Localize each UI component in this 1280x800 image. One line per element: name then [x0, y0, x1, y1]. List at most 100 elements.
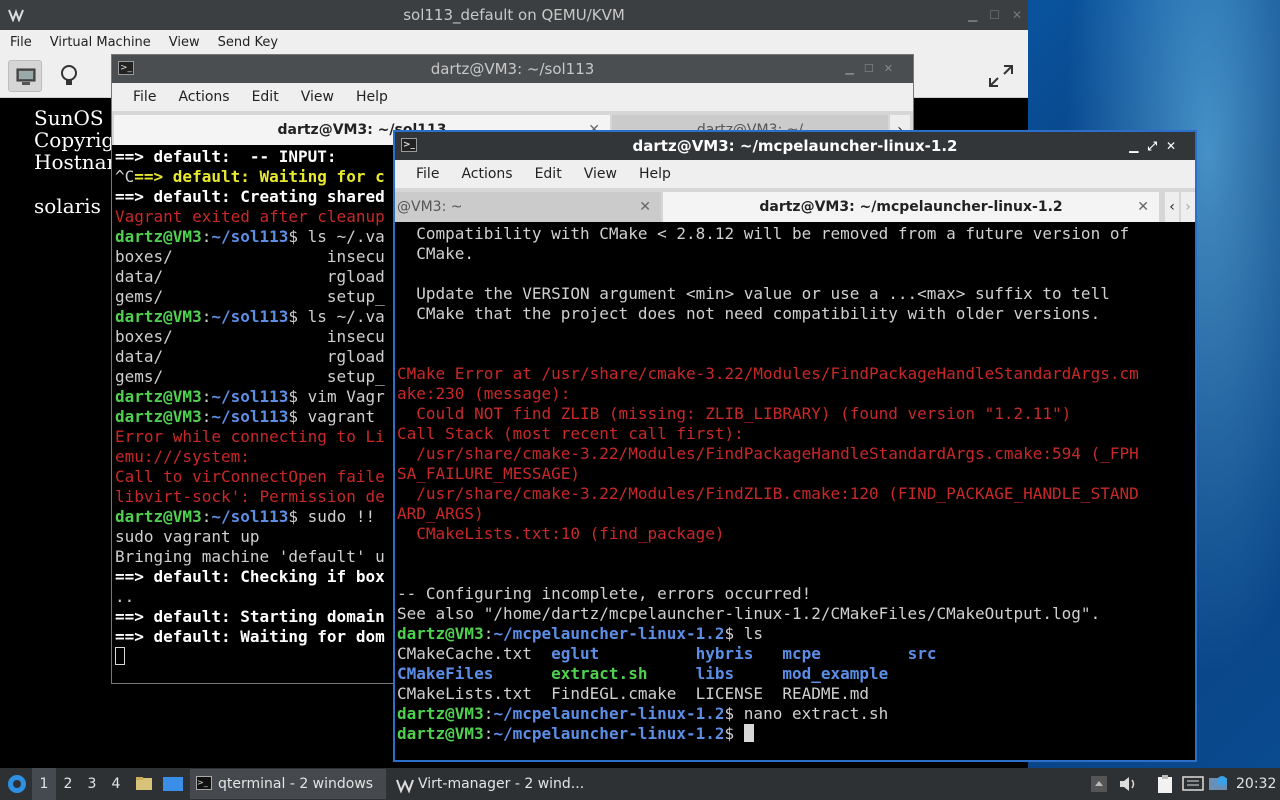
terminal-text: Could NOT find ZLIB (missing: ZLIB_LIBRA…	[397, 404, 1072, 423]
menu-actions[interactable]: Actions	[167, 89, 240, 105]
terminal-text: dartz@VM3	[397, 704, 484, 723]
lubuntu-logo-icon	[8, 775, 26, 793]
update-notifier-icon[interactable]	[1208, 768, 1230, 800]
window-controls-icon[interactable]: ▁⤢✕	[1129, 132, 1185, 160]
terminal-app-icon: >_	[401, 138, 417, 152]
clipboard-icon[interactable]	[1156, 768, 1176, 800]
terminal-line: SA_FAILURE_MESSAGE)	[397, 464, 1193, 484]
workspace-2[interactable]: 2	[56, 768, 80, 800]
terminal-text: Vagrant exited after cleanup	[115, 207, 385, 226]
terminal-text: ~/mcpelauncher-linux-1.2	[493, 704, 725, 723]
menu-view[interactable]: View	[573, 166, 628, 182]
terminal-text: :	[201, 407, 212, 426]
menu-actions[interactable]: Actions	[450, 166, 523, 182]
menu-virtual-machine[interactable]: Virtual Machine	[50, 35, 151, 50]
terminal-text: Compatibility with CMake < 2.8.12 will b…	[397, 224, 1130, 243]
start-menu-button[interactable]	[4, 768, 30, 800]
terminal-text: CMakeFiles	[397, 664, 494, 683]
window-controls-icon[interactable]: ▁☐✕	[845, 55, 903, 83]
file-manager-icon[interactable]	[134, 768, 154, 800]
workspace-1[interactable]: 1	[32, 768, 56, 800]
terminal-text: :	[483, 704, 494, 723]
maximize-icon[interactable]: ☐	[989, 0, 1000, 30]
console-line: Copyrig	[34, 128, 115, 152]
terminal-text: ==> default: Checking if box	[115, 567, 385, 586]
task-virt-manager[interactable]: Virt-manager - 2 wind...	[390, 769, 590, 799]
menu-send-key[interactable]: Send Key	[218, 35, 278, 50]
terminal-line: Compatibility with CMake < 2.8.12 will b…	[397, 224, 1193, 244]
terminal-text: ~/sol113	[211, 407, 289, 426]
terminal-text: :	[201, 227, 212, 246]
qemu-titlebar[interactable]: sol113_default on QEMU/KVM ▁ ☐ ✕	[0, 0, 1028, 30]
tab-mcpelauncher[interactable]: dartz@VM3: ~/mcpelauncher-linux-1.2 ✕	[663, 192, 1159, 222]
terminal-text: /usr/share/cmake-3.22/Modules/FindZLIB.c…	[397, 484, 1139, 503]
terminal-line: See also "/home/dartz/mcpelauncher-linux…	[397, 604, 1193, 624]
virt-manager-task-icon	[396, 775, 414, 800]
workspace-4[interactable]: 4	[104, 768, 128, 800]
console-line: solaris	[34, 194, 101, 218]
terminal-text: dartz@VM3	[397, 624, 484, 643]
console-view-button[interactable]	[8, 60, 42, 92]
fullscreen-icon	[989, 65, 1013, 87]
terminal-line: Could NOT find ZLIB (missing: ZLIB_LIBRA…	[397, 404, 1193, 424]
menu-view[interactable]: View	[169, 35, 200, 50]
tab-scroll-left-icon[interactable]: ‹	[1165, 192, 1179, 222]
terminal-text: ==> default: Waiting for c	[134, 167, 385, 186]
terminal-title: dartz@VM3: ~/sol113	[430, 60, 595, 78]
tab-scroll-right-icon[interactable]: ›	[1181, 192, 1195, 222]
menu-help[interactable]: Help	[345, 89, 399, 105]
terminal-output[interactable]: Compatibility with CMake < 2.8.12 will b…	[397, 224, 1193, 758]
terminal-text: SA_FAILURE_MESSAGE)	[397, 464, 581, 483]
volume-icon[interactable]	[1118, 768, 1138, 800]
terminal-menubar: File Actions Edit View Help	[112, 83, 913, 111]
clock[interactable]: 20:32	[1236, 768, 1276, 800]
terminal-titlebar[interactable]: >_ dartz@VM3: ~/sol113 ▁☐✕	[112, 55, 913, 83]
close-tab-icon[interactable]: ✕	[639, 192, 651, 222]
close-icon[interactable]: ✕	[1012, 0, 1022, 30]
terminal-text: /usr/share/cmake-3.22/Modules/FindPackag…	[397, 444, 1139, 463]
close-tab-icon[interactable]: ✕	[1137, 192, 1149, 222]
terminal-text: See also "/home/dartz/mcpelauncher-linux…	[397, 604, 1101, 623]
menu-view[interactable]: View	[290, 89, 345, 105]
terminal-text: dartz@VM3	[115, 407, 202, 426]
task-label: Virt-manager - 2 wind...	[418, 776, 585, 792]
terminal-line: CMakeLists.txt:10 (find_package)	[397, 524, 1193, 544]
menu-help[interactable]: Help	[628, 166, 682, 182]
workspace-3[interactable]: 3	[80, 768, 104, 800]
terminal-text: data/ rgload	[115, 347, 385, 366]
menu-edit[interactable]: Edit	[241, 89, 290, 105]
task-qterminal[interactable]: >_ qterminal - 2 windows	[190, 769, 386, 799]
network-icon[interactable]	[1182, 768, 1204, 800]
fullscreen-button[interactable]	[984, 60, 1018, 92]
details-view-button[interactable]	[52, 60, 86, 92]
menu-file[interactable]: File	[405, 166, 450, 182]
terminal-menubar: File Actions Edit View Help	[395, 160, 1195, 188]
terminal-text: $ vagrant	[288, 407, 385, 426]
tray-up-arrow-icon[interactable]	[1090, 768, 1108, 800]
terminal-text: $ sudo !!	[288, 507, 385, 526]
terminal-text: ==> default: Creating shared	[115, 187, 385, 206]
terminal-app-icon: >_	[118, 61, 134, 75]
terminal-line: CMakeCache.txt eglut hybris mcpe src	[397, 644, 1193, 664]
virt-manager-app-icon	[8, 8, 24, 23]
terminal-titlebar[interactable]: >_ dartz@VM3: ~/mcpelauncher-linux-1.2 ▁…	[395, 132, 1195, 160]
terminal-text: $ ls ~/.va	[288, 307, 385, 326]
terminal-text: extract.sh	[551, 664, 648, 683]
terminal-text: dartz@VM3	[115, 387, 202, 406]
terminal-text: ~/mcpelauncher-linux-1.2	[493, 624, 725, 643]
tab-home[interactable]: @VM3: ~ ✕	[395, 192, 661, 222]
menu-file[interactable]: File	[122, 89, 167, 105]
terminal-text: dartz@VM3	[115, 507, 202, 526]
terminal-text: :	[483, 724, 494, 743]
terminal-text: $	[724, 724, 744, 743]
text-cursor	[115, 647, 125, 665]
menu-file[interactable]: File	[10, 35, 32, 50]
terminal-text: :	[201, 387, 212, 406]
menu-edit[interactable]: Edit	[524, 166, 573, 182]
terminal-text: boxes/ insecu	[115, 247, 385, 266]
desktop-icon[interactable]	[162, 768, 184, 800]
minimize-icon[interactable]: ▁	[968, 0, 977, 30]
terminal-text: ~/mcpelauncher-linux-1.2	[493, 724, 725, 743]
terminal-tabbar: @VM3: ~ ✕ dartz@VM3: ~/mcpelauncher-linu…	[395, 188, 1195, 222]
